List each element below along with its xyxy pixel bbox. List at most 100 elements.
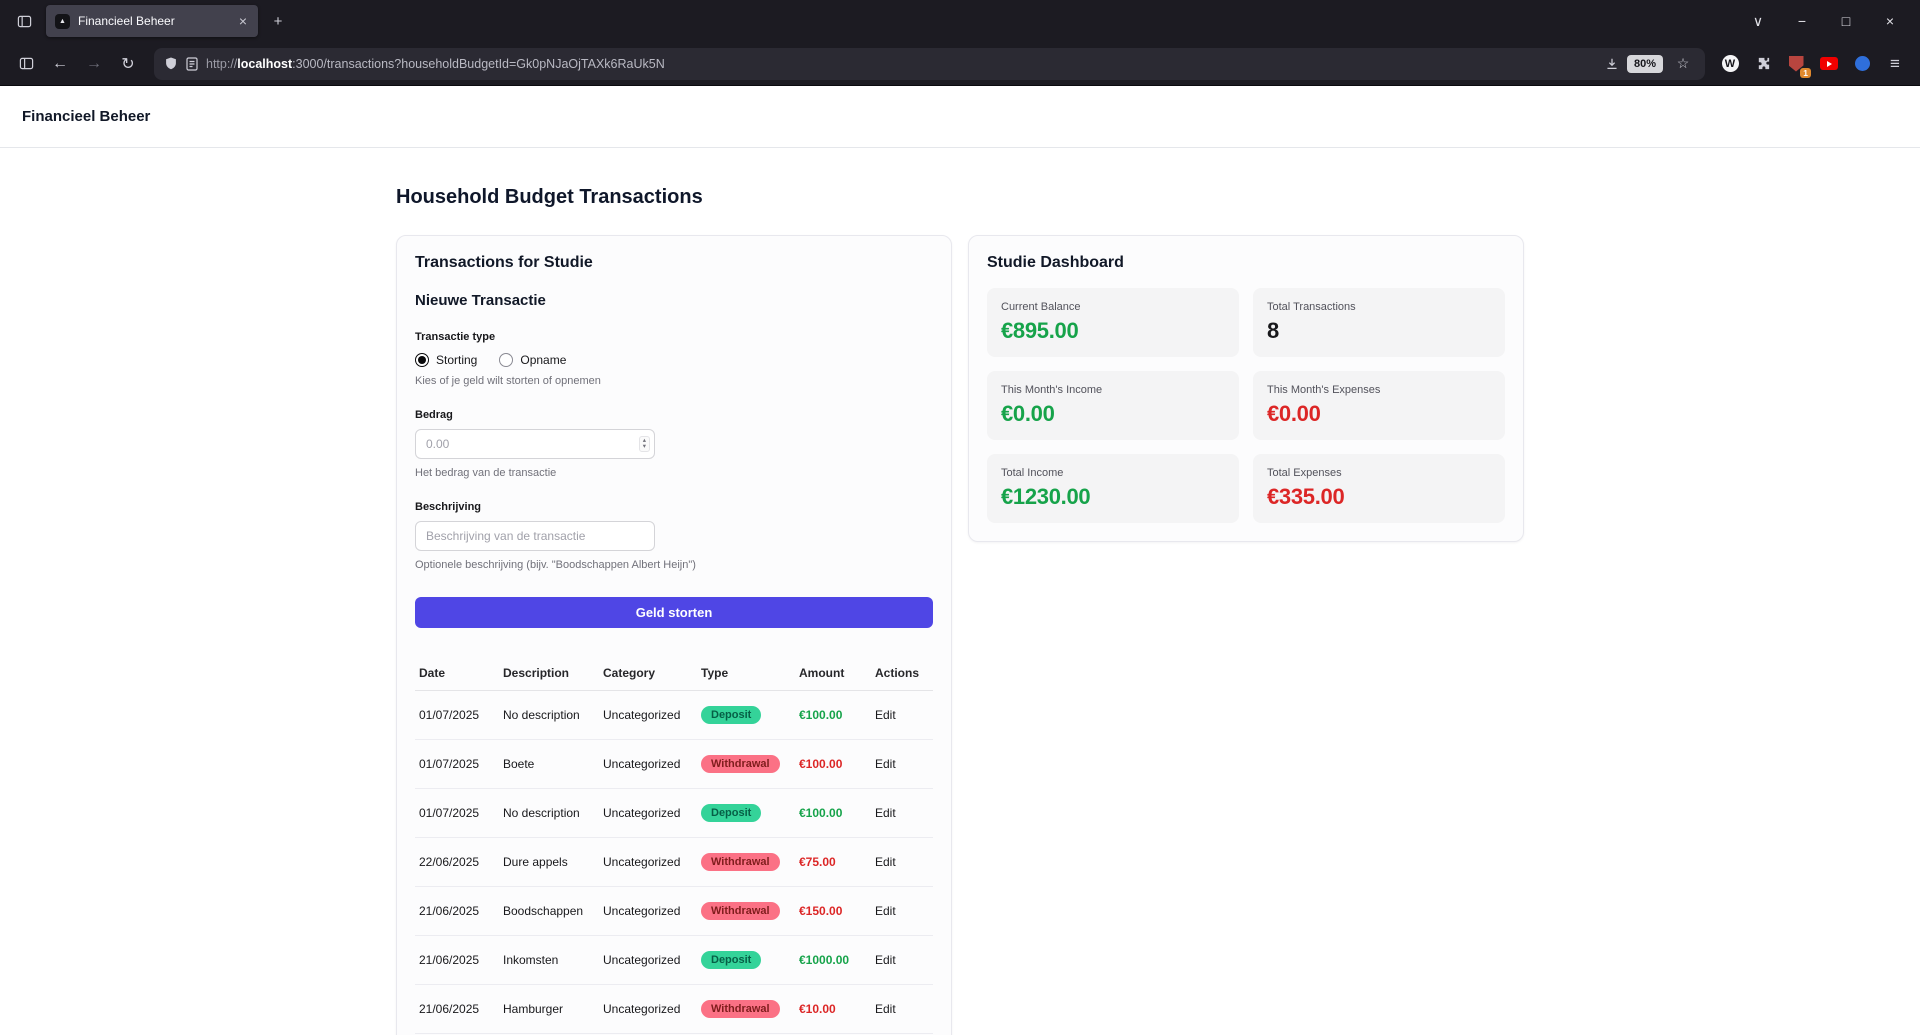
- list-all-tabs-icon[interactable]: ∨: [1736, 0, 1780, 42]
- date-cell: 21/06/2025: [415, 984, 499, 1034]
- navigation-toolbar: ← → ↻ http://localhost:3000/transactions…: [0, 42, 1920, 86]
- bookmark-star-icon[interactable]: ☆: [1671, 52, 1695, 76]
- app-menu-icon[interactable]: ≡: [1880, 49, 1910, 79]
- tab-close-icon[interactable]: ×: [237, 13, 249, 29]
- radio-storting-control[interactable]: [415, 353, 429, 367]
- amount-cell: €1000.00: [795, 935, 871, 985]
- radio-opname-label: Opname: [520, 353, 567, 367]
- sidebar-toggle-icon[interactable]: [10, 48, 42, 80]
- stat-card-month-expenses: This Month's Expenses €0.00: [1253, 371, 1505, 440]
- table-row: 21/06/2025 Boodschappen Uncategorized Wi…: [415, 886, 933, 936]
- description-cell: Dure appels: [499, 837, 599, 887]
- wikipedia-glyph: W: [1721, 55, 1739, 72]
- table-row: 21/06/2025 Hamburger Uncategorized Withd…: [415, 984, 933, 1034]
- type-badge: Withdrawal: [701, 853, 780, 871]
- stats-grid: Current Balance €895.00 Total Transactio…: [987, 288, 1505, 523]
- stat-label: This Month's Expenses: [1267, 384, 1381, 396]
- amount-input[interactable]: [415, 429, 655, 459]
- reload-button[interactable]: ↻: [112, 48, 144, 80]
- close-button[interactable]: ×: [1868, 0, 1912, 42]
- category-cell: Uncategorized: [599, 690, 697, 740]
- radio-storting[interactable]: Storting: [415, 353, 477, 367]
- category-cell: Uncategorized: [599, 837, 697, 887]
- description-cell: No description: [499, 690, 599, 740]
- site-header: Financieel Beheer: [0, 86, 1920, 148]
- transaction-type-radio-group: Storting Opname: [415, 353, 933, 367]
- amount-value: €75.00: [799, 855, 836, 869]
- edit-button[interactable]: Edit: [875, 855, 896, 869]
- edit-button[interactable]: Edit: [875, 708, 896, 722]
- type-badge: Withdrawal: [701, 755, 780, 773]
- amount-help: Het bedrag van de transactie: [415, 467, 557, 479]
- edit-button[interactable]: Edit: [875, 953, 896, 967]
- category-cell: Uncategorized: [599, 886, 697, 936]
- favicon-glyph: ▲: [59, 17, 66, 25]
- youtube-extension-icon[interactable]: [1814, 49, 1844, 79]
- type-cell: Withdrawal: [697, 984, 795, 1034]
- tab-title: Financieel Beheer: [78, 14, 175, 28]
- stat-value: €0.00: [1001, 401, 1055, 426]
- edit-button[interactable]: Edit: [875, 757, 896, 771]
- browser-tab[interactable]: ▲ Financieel Beheer ×: [46, 5, 258, 37]
- submit-deposit-button[interactable]: Geld storten: [415, 597, 933, 628]
- actions-cell: Edit: [871, 837, 933, 887]
- firefox-view-icon[interactable]: [8, 6, 40, 36]
- radio-opname-control[interactable]: [499, 353, 514, 367]
- type-cell: Withdrawal: [697, 837, 795, 887]
- edit-button[interactable]: Edit: [875, 806, 896, 820]
- page-info-icon[interactable]: [186, 56, 198, 71]
- category-cell: Uncategorized: [599, 935, 697, 985]
- table-row: 01/07/2025 No description Uncategorized …: [415, 690, 933, 740]
- actions-cell: Edit: [871, 886, 933, 936]
- youtube-shape: [1820, 57, 1838, 70]
- column-header-description: Description: [499, 656, 599, 691]
- downloads-icon[interactable]: [1605, 57, 1619, 71]
- category-cell: Uncategorized: [599, 788, 697, 838]
- actions-cell: Edit: [871, 739, 933, 789]
- adblocker-extension-icon[interactable]: 1: [1781, 49, 1811, 79]
- description-cell: Boete: [499, 739, 599, 789]
- amount-stepper[interactable]: ▴ ▾: [638, 436, 650, 452]
- extension-badge: 1: [1800, 67, 1811, 78]
- back-button[interactable]: ←: [44, 48, 76, 80]
- maximize-button[interactable]: □: [1824, 0, 1868, 42]
- tracking-protection-shield-icon[interactable]: [164, 56, 178, 71]
- stat-label: Total Transactions: [1267, 301, 1356, 313]
- url-host: localhost: [237, 56, 293, 71]
- stat-card-total-expenses: Total Expenses €335.00: [1253, 454, 1505, 523]
- type-badge: Deposit: [701, 804, 762, 822]
- amount-value: €100.00: [799, 708, 843, 722]
- zoom-level-button[interactable]: 80%: [1626, 54, 1663, 73]
- browser-window: ▲ Financieel Beheer × + ∨ − □ × ← → ↻ ht…: [0, 0, 1920, 1035]
- forward-button[interactable]: →: [78, 48, 110, 80]
- edit-button[interactable]: Edit: [875, 904, 896, 918]
- transaction-type-help: Kies of je geld wilt storten of opnemen: [415, 375, 601, 387]
- table-row: 22/06/2025 Dure appels Uncategorized Wit…: [415, 837, 933, 887]
- transactions-card: Transactions for Studie Nieuwe Transacti…: [396, 235, 952, 1035]
- window-controls: ∨ − □ ×: [1736, 0, 1912, 42]
- wikipedia-extension-icon[interactable]: W: [1715, 49, 1745, 79]
- new-tab-button[interactable]: +: [262, 6, 294, 36]
- description-input[interactable]: [415, 521, 655, 551]
- transaction-type-label: Transactie type: [415, 331, 496, 343]
- table-row: 01/07/2025 No description Uncategorized …: [415, 788, 933, 838]
- description-input-wrap: [415, 521, 655, 551]
- minimize-button[interactable]: −: [1780, 0, 1824, 42]
- description-cell: Boodschappen: [499, 886, 599, 936]
- amount-cell: €100.00: [795, 739, 871, 789]
- edit-button[interactable]: Edit: [875, 1002, 896, 1016]
- dashboard-title: Studie Dashboard: [987, 254, 1124, 271]
- stat-card-total-transactions: Total Transactions 8: [1253, 288, 1505, 357]
- date-cell: 21/06/2025: [415, 935, 499, 985]
- transactions-table: Date Description Category Type Amount Ac…: [415, 656, 933, 1035]
- extensions-puzzle-icon[interactable]: [1748, 49, 1778, 79]
- type-cell: Deposit: [697, 690, 795, 740]
- new-transaction-title: Nieuwe Transactie: [415, 292, 546, 309]
- url-text[interactable]: http://localhost:3000/transactions?house…: [206, 57, 1597, 71]
- table-row: 01/07/2025 Boete Uncategorized Withdrawa…: [415, 739, 933, 789]
- stepper-down-icon[interactable]: ▾: [643, 443, 646, 450]
- actions-cell: Edit: [871, 690, 933, 740]
- blue-extension-icon[interactable]: [1847, 49, 1877, 79]
- url-bar[interactable]: http://localhost:3000/transactions?house…: [154, 47, 1705, 80]
- radio-opname[interactable]: Opname: [499, 353, 566, 367]
